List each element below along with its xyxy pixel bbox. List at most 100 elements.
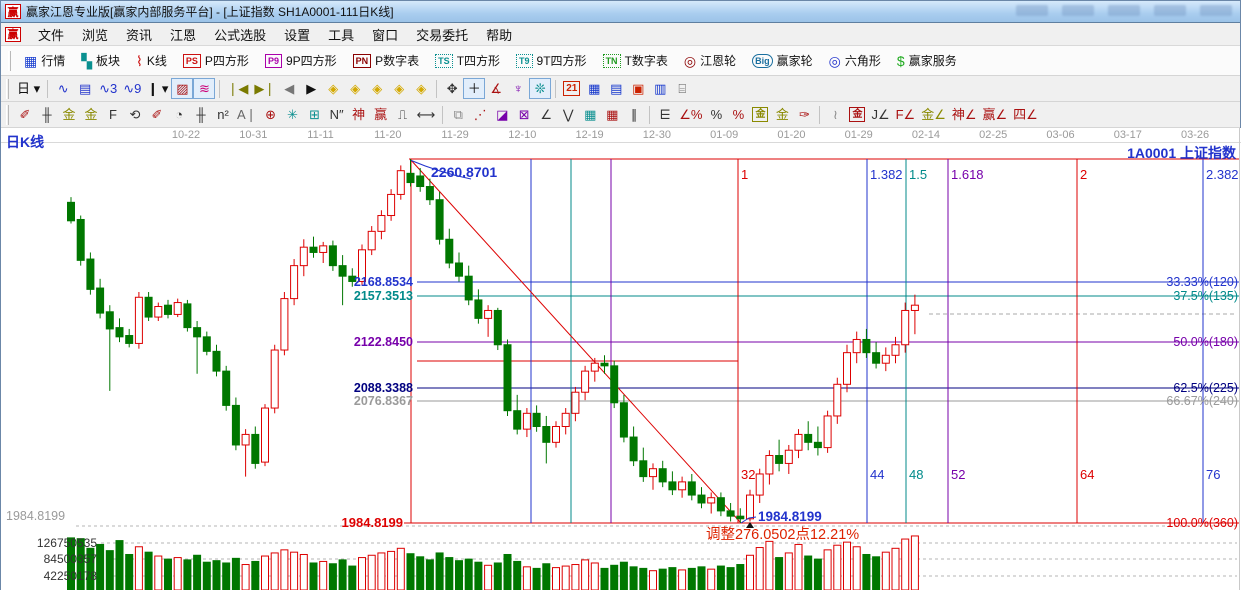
- period-day-dropdown[interactable]: 日 ▾: [14, 78, 43, 99]
- star-grid-icon[interactable]: ✳: [282, 104, 304, 125]
- fan-lines-icon[interactable]: ⋰: [469, 104, 491, 125]
- notes-icon[interactable]: ▤: [605, 78, 627, 99]
- toolbar-grip[interactable]: [6, 105, 9, 125]
- p-number-button[interactable]: PNP数字表: [345, 49, 428, 72]
- gold-box-icon[interactable]: 金: [846, 104, 868, 125]
- f-angle-icon[interactable]: F∠: [893, 104, 919, 125]
- shift-right-icon[interactable]: ◈: [344, 78, 366, 99]
- eraser-pen-icon[interactable]: ✐: [14, 104, 36, 125]
- gann-shape-icon[interactable]: ♆: [507, 78, 529, 99]
- sectors-button[interactable]: ▚板块: [73, 49, 128, 72]
- candle-style-dropdown[interactable]: ❙ ▾: [144, 78, 171, 99]
- comb-plain-icon[interactable]: ╫: [190, 104, 212, 125]
- speed-angles-icon[interactable]: ∠: [535, 104, 557, 125]
- t-square-button[interactable]: TST四方形: [427, 49, 508, 72]
- clock-cycle-icon[interactable]: ◔: [168, 104, 190, 125]
- menu-item-4[interactable]: 江恩: [161, 23, 205, 46]
- gold-comb2-icon[interactable]: 金: [80, 104, 102, 125]
- gold-comb-icon[interactable]: 金: [58, 104, 80, 125]
- toolbar-grip[interactable]: [6, 79, 9, 99]
- menu-item-7[interactable]: 工具: [319, 23, 363, 46]
- compass-icon[interactable]: ⊕: [260, 104, 282, 125]
- spiral-icon[interactable]: ⟲: [124, 104, 146, 125]
- shen-grid-icon[interactable]: 神: [348, 104, 370, 125]
- shift-left-icon[interactable]: ◈: [322, 78, 344, 99]
- ruler-123-icon[interactable]: ⎍: [392, 104, 414, 125]
- wave-9-icon[interactable]: ∿9: [120, 78, 144, 99]
- menu-item-5[interactable]: 公式选股: [205, 23, 275, 46]
- j-angle-icon[interactable]: J∠: [868, 104, 892, 125]
- square-grid-icon[interactable]: ⊞: [304, 104, 326, 125]
- fan-square-icon[interactable]: ⊠: [513, 104, 535, 125]
- go-first-icon[interactable]: ❘◀: [224, 78, 251, 99]
- kline-chart[interactable]: 1321.382441.5481.618522642.3827612675053…: [1, 128, 1241, 590]
- box-select-icon[interactable]: ⧉: [447, 104, 469, 125]
- pan-hand-icon[interactable]: ✥: [441, 78, 463, 99]
- a-line-icon[interactable]: A❘: [234, 104, 260, 125]
- shen-angle-icon[interactable]: 神∠: [949, 104, 980, 125]
- n-quote-icon[interactable]: Ν″: [326, 104, 348, 125]
- menu-item-8[interactable]: 窗口: [363, 23, 407, 46]
- p9-square-button[interactable]: P99P四方形: [257, 49, 345, 72]
- gann-comb-icon[interactable]: ╫: [36, 104, 58, 125]
- menu-item-9[interactable]: 交易委托: [407, 23, 477, 46]
- menu-item-2[interactable]: 浏览: [73, 23, 117, 46]
- prev-bar-icon[interactable]: ◀: [278, 78, 300, 99]
- titlebar[interactable]: 赢 赢家江恩专业版[赢家内部服务平台] - [上证指数 SH1A0001-111…: [1, 1, 1240, 23]
- si-angle-icon[interactable]: 四∠: [1010, 104, 1041, 125]
- kline-button[interactable]: ⌇K线: [128, 49, 175, 72]
- pattern-icon[interactable]: ▨: [171, 78, 193, 99]
- hexagon-button[interactable]: ◎六角形: [821, 49, 889, 72]
- winner-wheel-button[interactable]: Big赢家轮: [744, 49, 821, 72]
- volume-scale-label: 126750535: [37, 536, 97, 550]
- angle-measure-icon[interactable]: ∡: [485, 78, 507, 99]
- wave-box-icon[interactable]: ≀: [824, 104, 846, 125]
- brush-comb-icon[interactable]: ✐: [146, 104, 168, 125]
- brain-icon[interactable]: ❊: [529, 78, 551, 99]
- ying-angle-icon[interactable]: 赢∠: [980, 104, 1011, 125]
- crosshair-icon[interactable]: ＋: [463, 78, 485, 99]
- t-number-button[interactable]: TNT数字表: [595, 49, 676, 72]
- zoom-in-icon[interactable]: ◈: [388, 78, 410, 99]
- ying-grid-icon[interactable]: 赢: [370, 104, 392, 125]
- menu-item-6[interactable]: 设置: [275, 23, 319, 46]
- gold-line-icon[interactable]: 金: [771, 104, 793, 125]
- grid-dense-icon[interactable]: ▦: [579, 104, 601, 125]
- calendar-icon[interactable]: 21: [560, 78, 583, 99]
- p-square-button[interactable]: PSP四方形: [175, 49, 257, 72]
- menu-item-1[interactable]: 文件: [29, 23, 73, 46]
- fan-box-icon[interactable]: ◪: [491, 104, 513, 125]
- zoom-h-icon[interactable]: ◈: [366, 78, 388, 99]
- menu-item-10[interactable]: 帮助: [477, 23, 521, 46]
- gann-wheel-button[interactable]: ◎江恩轮: [676, 49, 744, 72]
- t9-square-button[interactable]: T99T四方形: [508, 49, 595, 72]
- winner-service-button[interactable]: $赢家服务: [889, 49, 965, 72]
- zigzag-icon[interactable]: ⋁: [557, 104, 579, 125]
- next-bar-icon[interactable]: ▶: [300, 78, 322, 99]
- n2-cycle-icon[interactable]: n²: [212, 104, 234, 125]
- menu-item-3[interactable]: 资讯: [117, 23, 161, 46]
- computer-icon[interactable]: ⌸: [671, 78, 693, 99]
- quotes-button[interactable]: ▦行情: [16, 49, 73, 72]
- grid-arrow-icon[interactable]: ▦: [601, 104, 623, 125]
- brush2-icon[interactable]: ✑: [793, 104, 815, 125]
- fib-levels-icon[interactable]: ⋿: [654, 104, 676, 125]
- parallel-lines-icon[interactable]: ∥: [623, 104, 645, 125]
- gold-angle-icon[interactable]: 金∠: [918, 104, 949, 125]
- percent-line-icon[interactable]: %: [727, 104, 749, 125]
- wave-3-icon[interactable]: ∿3: [96, 78, 120, 99]
- go-last-icon[interactable]: ▶❘: [251, 78, 278, 99]
- volume-profile-icon[interactable]: ≋: [193, 78, 215, 99]
- percent-angle-icon[interactable]: ∠%: [676, 104, 705, 125]
- gold-circle-icon[interactable]: 金: [749, 104, 771, 125]
- trend-curve-icon[interactable]: ∿: [52, 78, 74, 99]
- width-measure-icon[interactable]: ⟷: [414, 104, 439, 125]
- save-icon[interactable]: ▣: [627, 78, 649, 99]
- export-disk-icon[interactable]: ▥: [649, 78, 671, 99]
- toolbar-grip[interactable]: [8, 51, 11, 71]
- calculator-icon[interactable]: ▦: [583, 78, 605, 99]
- info-panel-icon[interactable]: ▤: [74, 78, 96, 99]
- zoom-all-icon[interactable]: ◈: [410, 78, 432, 99]
- percent-icon[interactable]: %: [705, 104, 727, 125]
- f-comb-icon[interactable]: F: [102, 104, 124, 125]
